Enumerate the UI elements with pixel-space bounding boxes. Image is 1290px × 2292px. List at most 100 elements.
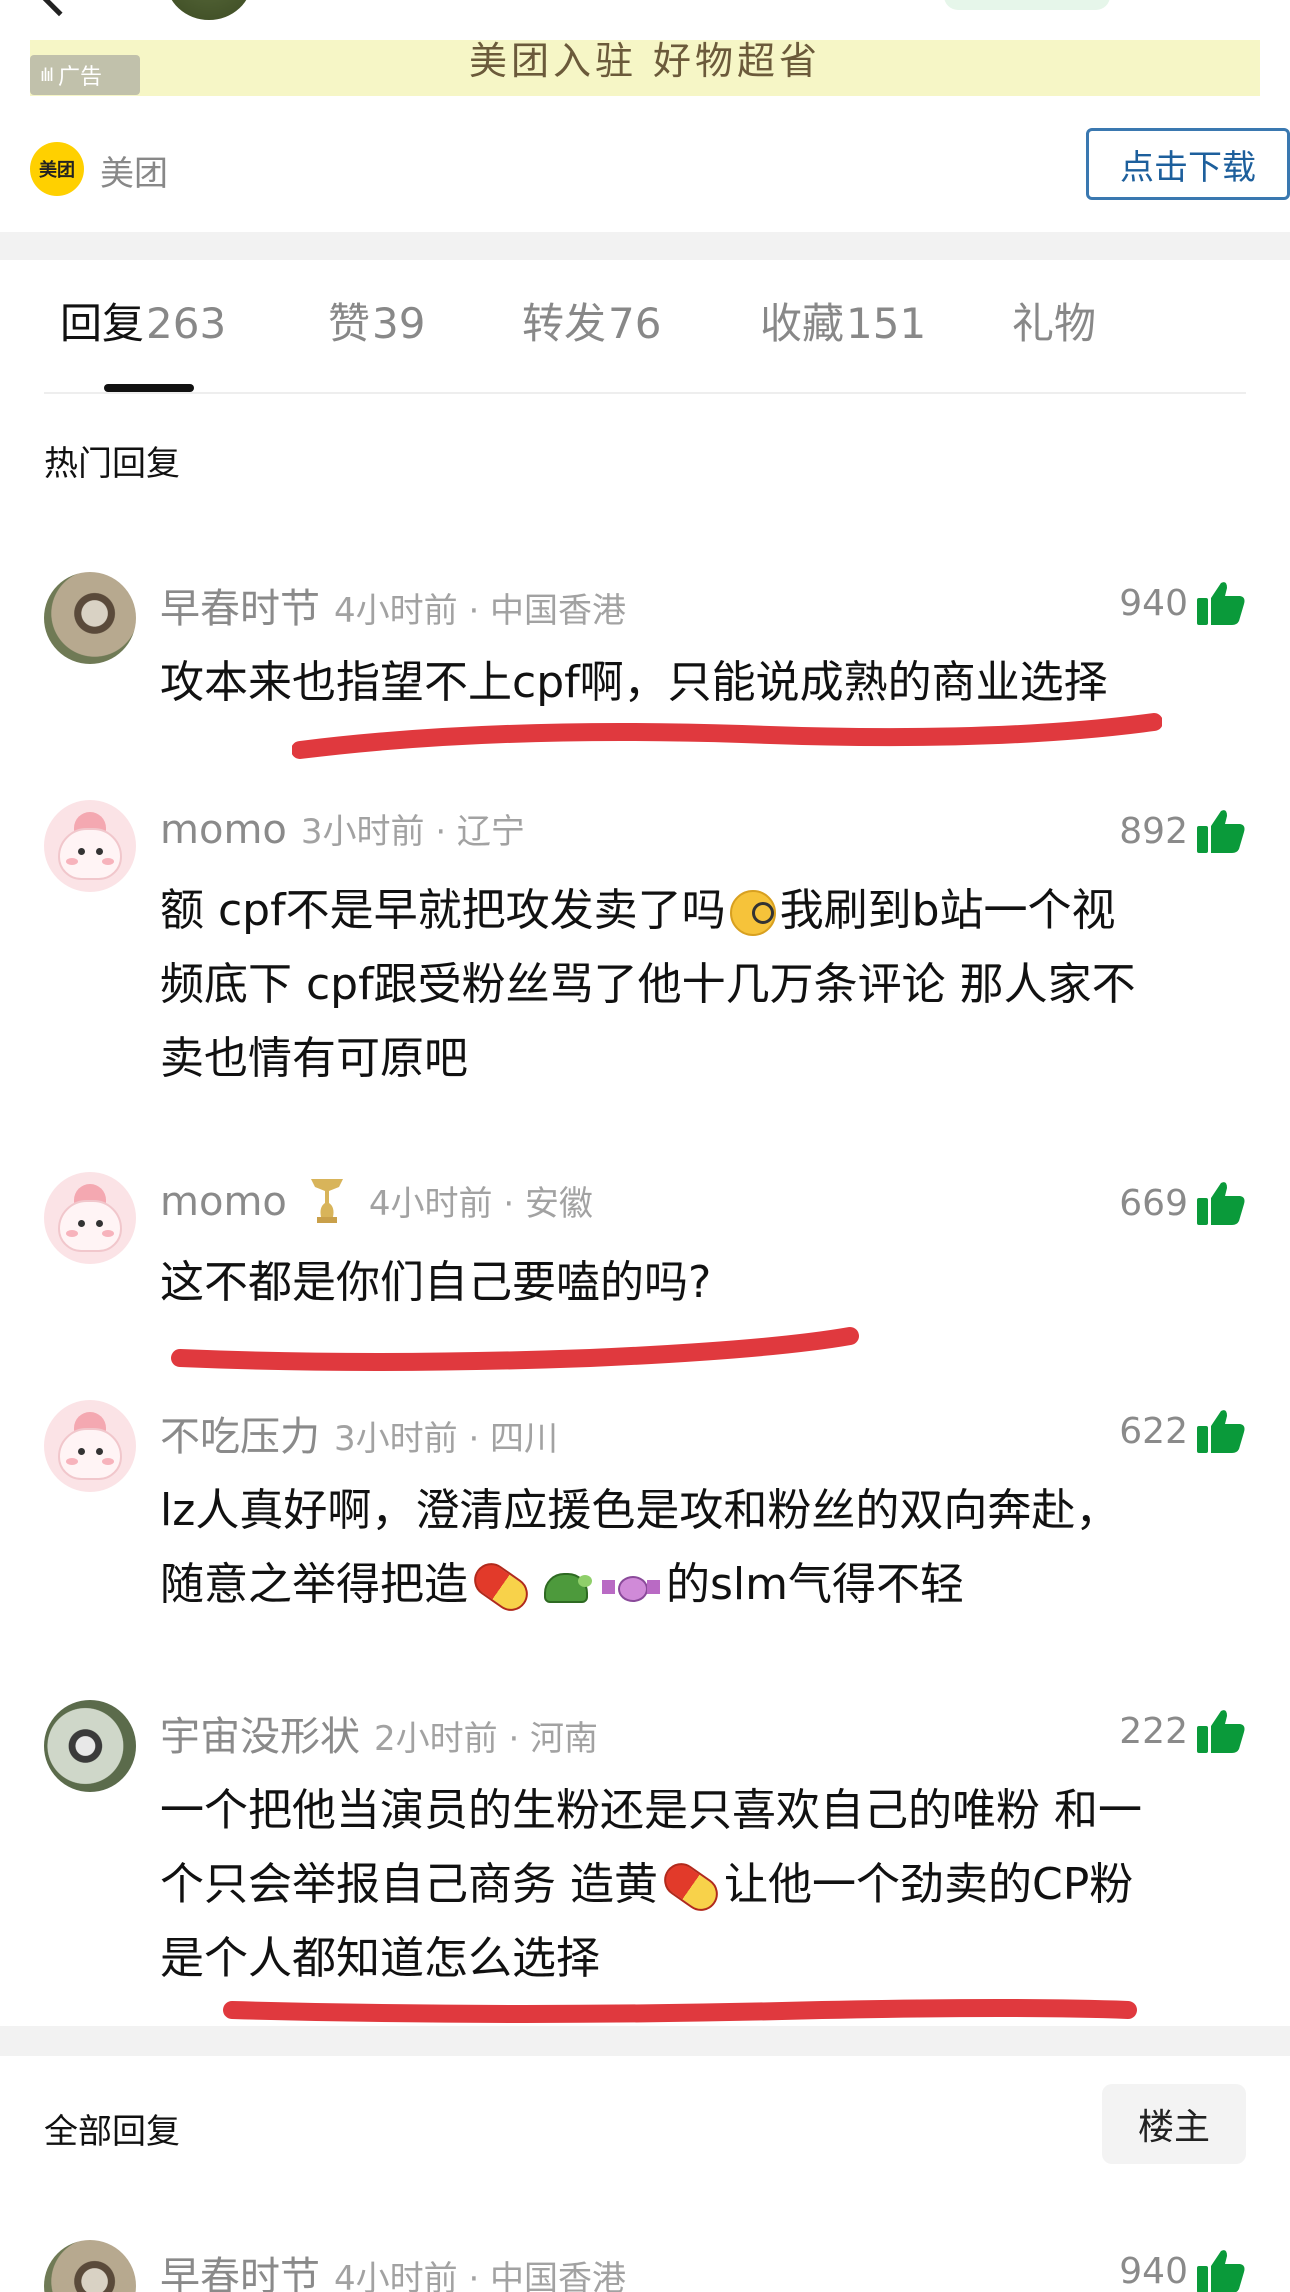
active-tab-indicator (104, 384, 194, 392)
username[interactable]: momo (160, 807, 287, 853)
meituan-logo-icon: 美团 (30, 142, 84, 196)
advertiser-name: 美团 (100, 154, 168, 194)
download-button[interactable]: 点击下载 (1086, 128, 1290, 200)
like-count: 622 (1119, 1410, 1188, 1452)
username[interactable]: 宇宙没形状 (160, 1704, 360, 1762)
username[interactable]: 早春时节 (160, 2244, 320, 2292)
avatar[interactable] (44, 1172, 136, 1264)
comment-meta: 2小时前 · 河南 (374, 1719, 599, 1759)
follow-button[interactable] (944, 0, 1110, 10)
tab-label: 收藏 (760, 299, 845, 348)
avatar-eye (78, 1448, 85, 1455)
thumbs-up-icon[interactable] (1196, 2248, 1246, 2292)
tabs-divider (44, 392, 1246, 394)
username[interactable]: 早春时节 (160, 576, 320, 634)
username[interactable]: 不吃压力 (160, 1404, 320, 1462)
thumbs-up-icon[interactable] (1196, 1408, 1246, 1454)
text-segment: 随意之举得把造 (160, 1559, 468, 1610)
avatar[interactable] (44, 2240, 136, 2292)
comment-item[interactable]: 早春时节 4小时前 · 中国香港 940 (0, 2240, 1290, 2292)
text-line: lz人真好啊，澄清应援色是攻和粉丝的双向奔赴， (160, 1485, 1120, 1536)
tab-count: 263 (146, 299, 227, 348)
tab-count: 39 (372, 299, 426, 348)
poster-avatar[interactable] (166, 0, 252, 20)
all-replies-title: 全部回复 (44, 2112, 180, 2152)
comment-text: 这不都是你们自己要嗑的吗? (160, 1257, 712, 1308)
like-count: 892 (1119, 810, 1188, 852)
tab-likes[interactable]: 赞39 (328, 290, 425, 351)
tab-label: 转发 (522, 299, 607, 348)
comment-header: 不吃压力 3小时前 · 四川 (160, 1404, 558, 1460)
thumbs-up-icon[interactable] (1196, 580, 1246, 626)
like-count: 940 (1119, 2250, 1188, 2292)
comment-item[interactable]: 不吃压力 3小时前 · 四川 622 lz人真好啊，澄清应援色是攻和粉丝的双向奔… (0, 1400, 1290, 1640)
like-control[interactable]: 940 (1119, 2248, 1246, 2292)
text-segment: 让他一个劲卖的CP粉 (724, 1859, 1134, 1910)
text-line: 是个人都知道怎么选择 (160, 1933, 600, 1984)
back-arrow-icon[interactable] (37, 0, 81, 17)
top-header (0, 0, 1290, 40)
comment-text: lz人真好啊，澄清应援色是攻和粉丝的双向奔赴， 随意之举得把造 的slm气得不轻 (160, 1474, 1246, 1622)
text-line: 频底下 cpf跟受粉丝骂了他十几万条评论 那人家不 (160, 959, 1136, 1010)
avatar[interactable] (44, 1700, 136, 1792)
text-line: 一个把他当演员的生粉还是只喜欢自己的唯粉 和一 (160, 1785, 1142, 1836)
section-divider (0, 2026, 1290, 2056)
hot-replies-title: 热门回复 (44, 444, 180, 484)
ad-tag-label: 广告 (58, 65, 103, 90)
tab-gifts[interactable]: 礼物 (1012, 290, 1096, 351)
tab-replies[interactable]: 回复263 (60, 290, 226, 351)
thumbs-up-icon[interactable] (1196, 808, 1246, 854)
avatar[interactable] (44, 1400, 136, 1492)
like-count: 222 (1119, 1710, 1188, 1752)
avatar-cheek (66, 858, 78, 865)
tab-label: 赞 (328, 299, 371, 348)
text-segment: 我刷到b站一个视 (779, 885, 1116, 936)
thumbs-up-icon[interactable] (1196, 1708, 1246, 1754)
avatar-eye (78, 848, 85, 855)
text-segment: 个只会举报自己商务 造黄 (160, 1859, 658, 1910)
avatar[interactable] (44, 800, 136, 892)
comment-meta: 3小时前 · 四川 (334, 1419, 559, 1459)
comment-meta: 4小时前 · 中国香港 (334, 591, 627, 631)
thumbs-up-icon[interactable] (1196, 1180, 1246, 1226)
ad-banner[interactable]: 美团入驻 好物超省 (30, 40, 1260, 96)
avatar-cheek (102, 1230, 114, 1237)
text-segment: 额 cpf不是早就把攻发卖了吗 (160, 885, 726, 936)
comment-meta: 4小时前 · 安徽 (368, 1184, 593, 1224)
avatar-cheek (102, 1458, 114, 1465)
tab-favorites[interactable]: 收藏151 (760, 290, 926, 351)
username[interactable]: momo (160, 1179, 287, 1225)
red-underline-mark (223, 1999, 1137, 2023)
avatar[interactable] (44, 572, 136, 664)
like-control[interactable]: 892 (1119, 808, 1246, 854)
avatar-cheek (66, 1230, 78, 1237)
comment-text: 额 cpf不是早就把攻发卖了吗 我刷到b站一个视 频底下 cpf跟受粉丝骂了他十几… (160, 874, 1246, 1096)
comment-meta: 4小时前 · 中国香港 (334, 2259, 627, 2292)
turtle-emoji-icon (538, 1567, 592, 1607)
tab-label: 礼物 (1012, 299, 1097, 348)
like-control[interactable]: 222 (1119, 1708, 1246, 1754)
avatar-eye (96, 1448, 103, 1455)
comment-item[interactable]: 宇宙没形状 2小时前 · 河南 222 一个把他当演员的生粉还是只喜欢自己的唯粉… (0, 1700, 1290, 2000)
tab-count: 76 (608, 299, 662, 348)
tab-reposts[interactable]: 转发76 (522, 290, 661, 351)
like-control[interactable]: 940 (1119, 580, 1246, 626)
comment-header: 早春时节 4小时前 · 中国香港 (160, 2244, 626, 2292)
like-control[interactable]: 622 (1119, 1408, 1246, 1454)
like-count: 940 (1119, 582, 1188, 624)
pill-emoji-icon (657, 1856, 725, 1918)
comment-item[interactable]: momo 3小时前 · 辽宁 892 额 cpf不是早就把攻发卖了吗 我刷到b站一… (0, 800, 1290, 1100)
ad-banner-text: 美团入驻 好物超省 (468, 40, 822, 83)
advertiser-row: 美团 美团 点击下载 (30, 128, 1290, 200)
floor-owner-filter-button[interactable]: 楼主 (1102, 2084, 1246, 2164)
comment-header: 宇宙没形状 2小时前 · 河南 (160, 1704, 598, 1760)
text-segment: 的slm气得不轻 (666, 1559, 965, 1610)
like-control[interactable]: 669 (1119, 1180, 1246, 1226)
trophy-badge-icon (310, 1179, 343, 1223)
like-count: 669 (1119, 1182, 1188, 1224)
avatar-face (58, 1428, 122, 1480)
avatar-cheek (102, 858, 114, 865)
comment-header: 早春时节 4小时前 · 中国香港 (160, 576, 626, 632)
avatar-eye (78, 1220, 85, 1227)
avatar-eye (96, 848, 103, 855)
